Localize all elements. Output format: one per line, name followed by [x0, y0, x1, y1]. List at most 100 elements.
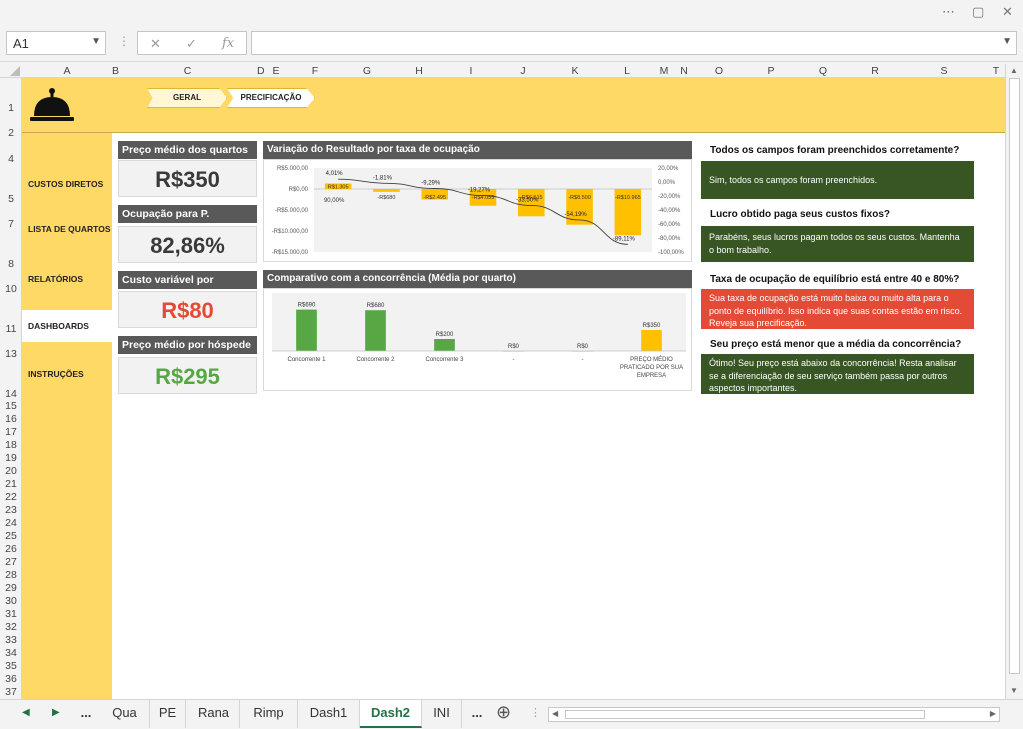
sheet-tab[interactable]: INI — [422, 700, 462, 728]
column-header[interactable]: I — [445, 64, 497, 78]
scroll-down-icon[interactable]: ▼ — [1010, 686, 1018, 695]
row-header[interactable]: 15 — [0, 400, 22, 412]
row-header[interactable]: 1 — [0, 102, 22, 114]
column-header[interactable]: T — [987, 64, 1005, 78]
column-header[interactable]: Q — [797, 64, 849, 78]
close-window-icon[interactable]: ✕ — [1002, 4, 1013, 20]
column-header[interactable]: N — [675, 64, 693, 78]
sidebar-item-custos-diretos[interactable]: CUSTOS DIRETOS — [22, 168, 112, 200]
insert-function-icon[interactable]: fx — [222, 36, 234, 51]
sheet-tab[interactable]: Dash2 — [360, 700, 422, 728]
column-header[interactable]: A — [22, 64, 112, 78]
cancel-icon[interactable]: ✕ — [150, 36, 161, 52]
row-header[interactable]: 2 — [0, 127, 22, 139]
row-header[interactable]: 19 — [0, 452, 22, 464]
more-options-icon[interactable]: ⋯ — [942, 4, 955, 20]
sidebar-item-lista-de-quartos[interactable]: LISTA DE QUARTOS — [22, 213, 112, 245]
row-header[interactable]: 26 — [0, 543, 22, 555]
row-header[interactable]: 30 — [0, 595, 22, 607]
drag-handle-icon[interactable]: ⋮ — [530, 706, 541, 719]
column-header[interactable]: C — [118, 64, 257, 78]
row-header[interactable]: 17 — [0, 426, 22, 438]
expand-formula-icon[interactable]: ▼ — [1002, 36, 1012, 47]
column-header[interactable]: E — [263, 64, 289, 78]
sidebar-item-dashboards[interactable]: DASHBOARDS — [22, 310, 112, 342]
column-header[interactable]: F — [289, 64, 341, 78]
column-header[interactable]: H — [393, 64, 445, 78]
confirm-icon[interactable]: ✓ — [186, 36, 197, 52]
row-header[interactable]: 18 — [0, 439, 22, 451]
column-header[interactable]: P — [745, 64, 797, 78]
row-header[interactable]: 25 — [0, 530, 22, 542]
sheet-tab[interactable]: PE — [150, 700, 186, 728]
y2-tick-label: -80,00% — [658, 236, 681, 242]
row-header[interactable]: 20 — [0, 465, 22, 477]
row-header[interactable]: 34 — [0, 647, 22, 659]
restore-window-icon[interactable]: ▢ — [972, 4, 984, 20]
sidebar-item-relatorios[interactable]: RELATÓRIOS — [22, 263, 112, 295]
row-header[interactable]: 27 — [0, 556, 22, 568]
row-header[interactable]: 5 — [0, 193, 22, 205]
row-header[interactable]: 21 — [0, 478, 22, 490]
name-box[interactable]: A1 ▼ — [6, 31, 106, 55]
column-header[interactable]: M — [653, 64, 675, 78]
column-header[interactable]: L — [601, 64, 653, 78]
row-header[interactable]: 14 — [0, 388, 22, 400]
sheet-tab[interactable]: Qua — [100, 700, 150, 728]
row-header[interactable]: 22 — [0, 491, 22, 503]
horizontal-scrollbar[interactable]: ◀ ▶ — [548, 707, 1000, 722]
row-header[interactable]: 31 — [0, 608, 22, 620]
row-header[interactable]: 7 — [0, 218, 22, 230]
prev-sheet-icon[interactable]: ◀ — [22, 707, 30, 718]
row-header[interactable]: 28 — [0, 569, 22, 581]
column-header[interactable]: J — [497, 64, 549, 78]
row-header[interactable]: 11 — [0, 323, 22, 335]
scroll-left-icon[interactable]: ◀ — [552, 709, 558, 718]
sheet-tab[interactable]: Rimp — [240, 700, 298, 728]
sidebar-item-instrucoes[interactable]: INSTRUÇÕES — [22, 358, 112, 390]
row-header[interactable]: 23 — [0, 504, 22, 516]
column-header[interactable]: K — [549, 64, 601, 78]
row-header[interactable]: 35 — [0, 660, 22, 672]
row-header[interactable]: 36 — [0, 673, 22, 685]
row-header[interactable]: 4 — [0, 153, 22, 165]
row-header[interactable]: 8 — [0, 258, 22, 270]
row-header[interactable]: 13 — [0, 348, 22, 360]
scroll-right-icon[interactable]: ▶ — [990, 709, 996, 718]
column-headers: ABCDEFGHIJKLMNOPQRST — [0, 64, 1005, 78]
select-all-icon[interactable] — [0, 64, 22, 78]
row-header[interactable]: 29 — [0, 582, 22, 594]
horizontal-scroll-thumb[interactable] — [565, 710, 925, 719]
vertical-scrollbar[interactable]: ▲ ▼ — [1005, 64, 1023, 699]
kpi-value-custo-variavel: R$80 — [118, 291, 257, 328]
row-header[interactable]: 37 — [0, 686, 22, 698]
column-header[interactable]: O — [693, 64, 745, 78]
sheet-tab[interactable]: Dash1 — [298, 700, 360, 728]
row-header[interactable]: 16 — [0, 413, 22, 425]
drag-handle-icon[interactable]: ⋮ — [118, 34, 130, 48]
sheet-tab[interactable]: Rana — [188, 700, 240, 728]
chart-comparativo-panel[interactable]: R$690 Concorrente 1 R$680 Concorrente 2 R$20… — [263, 288, 692, 391]
row-header[interactable]: 32 — [0, 621, 22, 633]
row-header[interactable]: 24 — [0, 517, 22, 529]
more-sheets-button[interactable]: ... — [462, 700, 492, 728]
sheet-grid[interactable]: GERAL PRECIFICAÇÃO CUSTOS DIRETOS LISTA … — [22, 78, 1005, 699]
vertical-scroll-thumb[interactable] — [1009, 78, 1020, 674]
column-header[interactable]: S — [901, 64, 987, 78]
tab-geral[interactable]: GERAL — [147, 88, 227, 108]
y-tick-label: R$5.000,00 — [277, 166, 309, 172]
chevron-down-icon[interactable]: ▼ — [91, 36, 101, 47]
add-sheet-icon[interactable]: ⊕ — [496, 702, 511, 723]
chart-variacao-panel[interactable]: R$5.000,00 R$0,00 -R$5.000,00 -R$10.000,00 -… — [263, 159, 692, 262]
y-tick-label: R$0,00 — [289, 187, 309, 193]
row-header[interactable]: 10 — [0, 283, 22, 295]
next-sheet-icon[interactable]: ▶ — [52, 707, 60, 718]
more-sheets-button[interactable]: ... — [74, 700, 98, 728]
column-header[interactable]: G — [341, 64, 393, 78]
formula-input[interactable]: ▼ — [251, 31, 1017, 55]
column-header[interactable]: R — [849, 64, 901, 78]
bar-data-label: R$350 — [643, 323, 661, 329]
row-header[interactable]: 33 — [0, 634, 22, 646]
tab-precificacao[interactable]: PRECIFICAÇÃO — [227, 88, 315, 108]
scroll-up-icon[interactable]: ▲ — [1010, 66, 1018, 75]
